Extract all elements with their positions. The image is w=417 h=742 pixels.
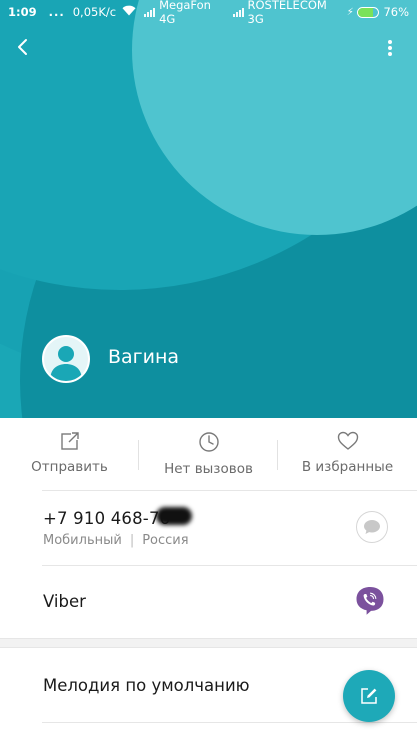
actions-row: Отправить Нет вызовов В избранные xyxy=(0,418,417,490)
contact-header: 1:09 ... 0,05K/c MegaFon 4G ROSTELECOM 3… xyxy=(0,0,417,418)
phone-meta-separator: | xyxy=(129,533,135,548)
status-dots: ... xyxy=(48,5,65,19)
battery-fill xyxy=(357,7,374,17)
chevron-left-icon xyxy=(18,39,27,55)
phone-row[interactable]: +7 910 468-76- Мобильный | Россия xyxy=(0,491,417,565)
viber-call-button[interactable] xyxy=(354,585,386,617)
phone-region: Россия xyxy=(142,533,189,548)
send-contact-button[interactable]: Отправить xyxy=(0,418,139,490)
viber-row[interactable]: Viber xyxy=(0,566,417,638)
phone-type: Мобильный xyxy=(43,533,122,548)
signal-icon xyxy=(232,7,244,17)
chat-bubble-icon xyxy=(364,520,380,534)
call-history-button[interactable]: Нет вызовов xyxy=(139,418,278,490)
status-time: 1:09 xyxy=(8,5,37,19)
send-label: Отправить xyxy=(31,459,108,475)
viber-icon xyxy=(356,587,384,615)
calls-label: Нет вызовов xyxy=(164,461,253,477)
viber-label: Viber xyxy=(43,592,86,611)
battery-icon xyxy=(356,6,380,18)
contact-screen: 1:09 ... 0,05K/c MegaFon 4G ROSTELECOM 3… xyxy=(0,0,417,742)
signal-icon xyxy=(144,7,156,17)
phone-meta: Мобильный | Россия xyxy=(43,533,189,548)
add-favorite-button[interactable]: В избранные xyxy=(278,418,417,490)
section-gap xyxy=(0,638,417,648)
favorites-label: В избранные xyxy=(301,459,394,475)
kebab-menu-icon xyxy=(388,40,392,56)
contact-name: Вагина xyxy=(108,346,180,368)
heart-icon xyxy=(337,431,358,450)
back-button[interactable] xyxy=(10,34,36,60)
person-silhouette-icon xyxy=(50,346,82,381)
edit-contact-button[interactable] xyxy=(343,670,395,722)
send-sms-button[interactable] xyxy=(356,511,388,543)
share-icon xyxy=(60,431,80,450)
status-carrier-2: ROSTELECOM 3G xyxy=(247,0,327,26)
divider xyxy=(42,722,417,723)
status-speed: 0,05K/c xyxy=(72,5,117,19)
status-bar: 1:09 ... 0,05K/c MegaFon 4G ROSTELECOM 3… xyxy=(0,0,417,26)
ringtone-label: Мелодия по умолчанию xyxy=(43,676,250,695)
avatar[interactable] xyxy=(42,335,90,383)
edit-icon xyxy=(361,688,377,704)
wifi-icon xyxy=(122,5,136,19)
more-options-button[interactable] xyxy=(378,36,402,60)
phone-number-redaction xyxy=(156,507,192,525)
charging-icon: ⚡ xyxy=(346,6,354,18)
clock-icon xyxy=(198,432,219,452)
status-carrier-1: MegaFon 4G xyxy=(159,0,211,26)
battery-percent: 76% xyxy=(383,5,409,19)
